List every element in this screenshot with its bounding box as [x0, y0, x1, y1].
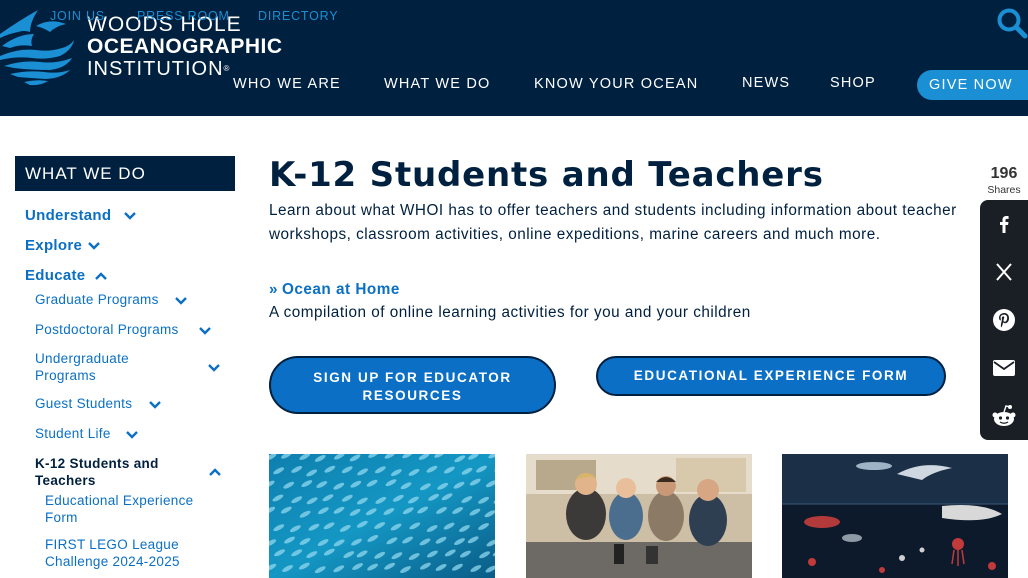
- chevron-down-icon[interactable]: [87, 241, 101, 251]
- ocean-zones-illustration: [782, 454, 1008, 578]
- facebook-icon: [1000, 216, 1009, 233]
- nav-know-your-ocean[interactable]: KNOW YOUR OCEAN: [534, 76, 698, 92]
- sidebar-item-student-life[interactable]: Student Life: [35, 425, 111, 442]
- site-header: WOODS HOLE OCEANOGRAPHIC INSTITUTION® JO…: [0, 0, 1028, 116]
- nav-news[interactable]: NEWS: [742, 75, 790, 91]
- chevron-down-icon[interactable]: [123, 211, 137, 221]
- search-button[interactable]: [994, 6, 1028, 40]
- directory-link[interactable]: DIRECTORY: [258, 9, 338, 23]
- share-count-label: Shares: [987, 184, 1021, 196]
- intro-paragraph: Learn about what WHOI has to offer teach…: [269, 202, 957, 243]
- sidebar-item-undergraduate-programs[interactable]: Undergraduate Programs: [35, 350, 175, 384]
- share-email-button[interactable]: [980, 344, 1028, 392]
- chevron-down-icon[interactable]: [125, 430, 139, 440]
- page-title: K-12 Students and Teachers: [269, 155, 824, 195]
- logo-line-2: OCEANOGRAPHIC: [87, 35, 283, 58]
- give-now-button[interactable]: GIVE NOW: [917, 70, 1028, 100]
- ocean-at-home-link[interactable]: » Ocean at Home: [269, 281, 400, 299]
- sidebar-item-understand[interactable]: Understand: [25, 207, 111, 224]
- chevron-down-icon[interactable]: [174, 296, 188, 306]
- nav-shop[interactable]: SHOP: [830, 75, 876, 91]
- logo-registered-mark: ®: [223, 64, 231, 73]
- sidebar-item-explore[interactable]: Explore: [25, 237, 82, 254]
- email-icon: [993, 360, 1015, 376]
- lab-group-image[interactable]: [526, 454, 752, 578]
- sidebar-item-educational-experience-form[interactable]: Educational Experience Form: [45, 492, 220, 526]
- educational-experience-form-button[interactable]: EDUCATIONAL EXPERIENCE FORM: [596, 356, 946, 396]
- sidebar-item-graduate-programs[interactable]: Graduate Programs: [35, 291, 159, 308]
- sidebar-item-first-lego-league[interactable]: FIRST LEGO League Challenge 2024-2025: [45, 536, 220, 570]
- share-reddit-button[interactable]: [980, 392, 1028, 440]
- chevron-up-icon[interactable]: [208, 467, 222, 477]
- ocean-at-home-link-label: Ocean at Home: [282, 281, 400, 298]
- share-x-button[interactable]: [980, 248, 1028, 296]
- nav-what-we-do[interactable]: WHAT WE DO: [384, 76, 491, 92]
- x-icon: [996, 263, 1012, 281]
- pinterest-icon: [993, 309, 1015, 331]
- search-icon: [997, 8, 1028, 39]
- join-us-link[interactable]: JOIN US: [50, 9, 105, 23]
- chevron-up-icon[interactable]: [94, 271, 108, 281]
- sign-up-educator-resources-button[interactable]: SIGN UP FOR EDUCATOR RESOURCES: [269, 356, 556, 414]
- ocean-at-home-description: A compilation of online learning activit…: [269, 304, 751, 321]
- ocean-zones-image[interactable]: [782, 454, 1008, 578]
- share-facebook-button[interactable]: [980, 200, 1028, 248]
- sidebar-heading: WHAT WE DO: [15, 156, 235, 191]
- fish-school-illustration: [269, 454, 495, 578]
- logo-line-3-text: INSTITUTION: [87, 58, 224, 80]
- share-count-number: 196: [990, 165, 1018, 182]
- press-room-link[interactable]: PRESS ROOM: [137, 9, 230, 23]
- double-chevron-right-icon: »: [269, 281, 279, 298]
- sidebar-item-guest-students[interactable]: Guest Students: [35, 395, 132, 412]
- share-rail: [980, 200, 1028, 440]
- reddit-icon: [992, 405, 1016, 426]
- sidebar-item-postdoctoral-programs[interactable]: Postdoctoral Programs: [35, 321, 179, 338]
- chevron-down-icon[interactable]: [207, 363, 221, 373]
- sidebar-item-k12-students-teachers[interactable]: K-12 Students and Teachers: [35, 455, 195, 489]
- sidebar-item-educate[interactable]: Educate: [25, 267, 85, 284]
- share-pinterest-button[interactable]: [980, 296, 1028, 344]
- fish-school-image[interactable]: [269, 454, 495, 578]
- logo-wordmark: WOODS HOLE OCEANOGRAPHIC INSTITUTION®: [87, 14, 283, 81]
- lab-group-illustration: [526, 454, 752, 578]
- chevron-down-icon[interactable]: [198, 326, 212, 336]
- nav-who-we-are[interactable]: WHO WE ARE: [233, 76, 341, 92]
- chevron-down-icon[interactable]: [148, 400, 162, 410]
- share-counter: 196 Shares: [984, 165, 1024, 196]
